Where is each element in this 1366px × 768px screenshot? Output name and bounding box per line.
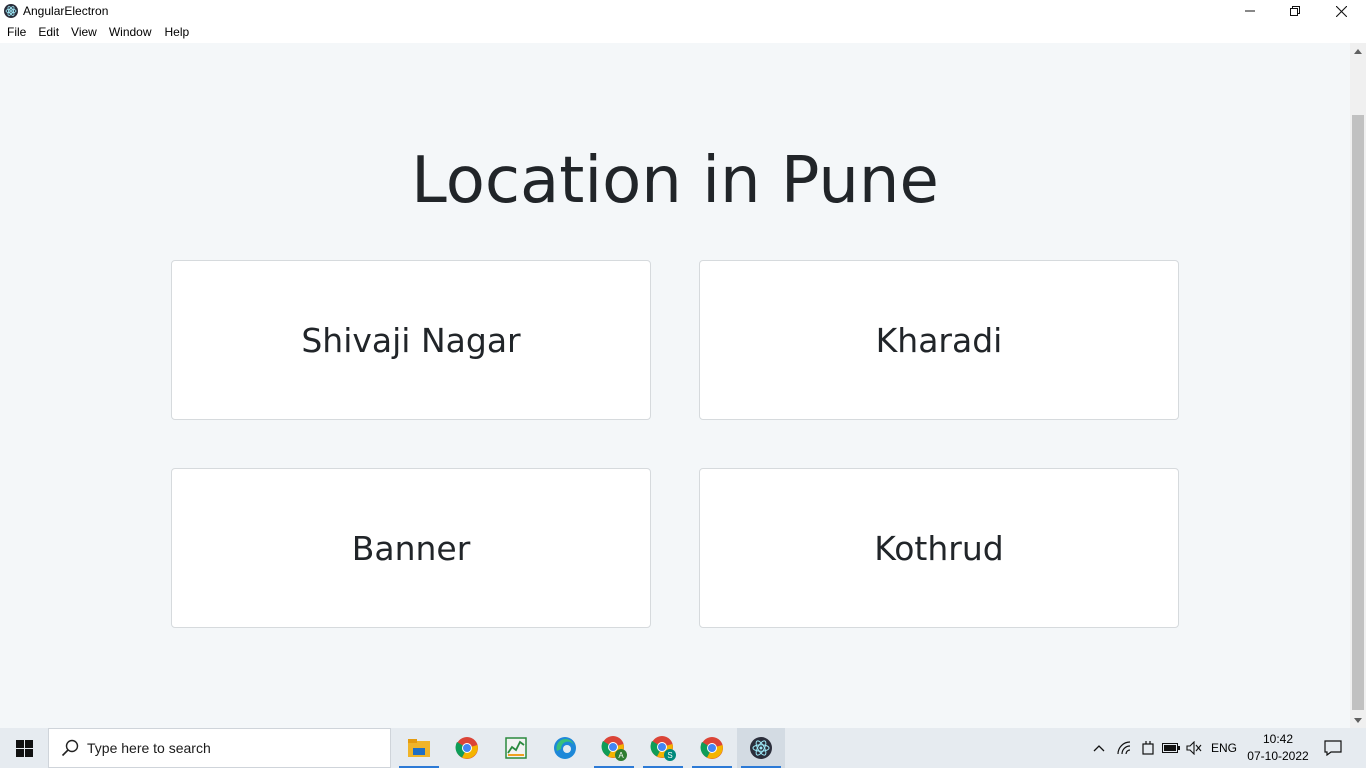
notification-icon [1324,740,1342,756]
file-explorer-icon [408,739,430,757]
window-titlebar[interactable]: AngularElectron [0,0,1366,22]
menu-file[interactable]: File [7,22,26,43]
location-card-kharadi[interactable]: Kharadi [699,260,1179,420]
chrome-icon [455,737,478,759]
app-content: Location in Pune Shivaji Nagar Kharadi B… [0,43,1350,728]
tray-clock[interactable]: 10:42 07-10-2022 [1244,731,1312,765]
chevron-down-icon [1354,717,1362,723]
menu-view[interactable]: View [71,22,97,43]
chrome-profile-a-icon: A [601,736,627,761]
minimize-icon [1245,10,1255,12]
start-button[interactable] [0,728,48,768]
search-icon [61,739,79,757]
edge-icon [554,737,576,759]
wifi-icon [1117,741,1131,755]
electron-app-icon [4,4,18,18]
taskbar-search-box[interactable]: Type here to search [48,728,391,768]
chevron-up-icon [1354,48,1362,54]
svg-text:S: S [667,751,672,760]
electron-icon [750,737,772,759]
language-indicator: ENG [1210,741,1237,755]
location-label: Shivaji Nagar [301,320,521,360]
tray-language[interactable]: ENG [1208,728,1240,768]
chrome-profile-s-icon: S [650,736,676,761]
scroll-down-button[interactable] [1350,712,1366,728]
menu-help[interactable]: Help [165,22,190,43]
chrome-icon [700,737,723,759]
taskbar-file-explorer[interactable] [395,728,443,768]
svg-text:A: A [618,751,624,760]
location-card-shivaji-nagar[interactable]: Shivaji Nagar [171,260,651,420]
minimize-button[interactable] [1227,0,1273,22]
location-label: Kothrud [874,528,1004,568]
task-manager-icon [505,737,527,759]
taskbar-chrome[interactable] [443,728,491,768]
tray-volume[interactable] [1183,728,1205,768]
tray-network[interactable] [1114,728,1136,768]
device-icon [1142,741,1154,755]
menu-bar: File Edit View Window Help [0,22,1366,43]
taskbar-chrome-profile-a[interactable]: A [590,728,638,768]
taskbar-electron[interactable] [737,728,785,768]
location-label: Banner [351,528,471,568]
close-icon [1335,5,1347,17]
vertical-scrollbar[interactable] [1350,43,1366,728]
taskbar-chrome-profile-s[interactable]: S [639,728,687,768]
menu-edit[interactable]: Edit [38,22,59,43]
tray-notifications[interactable] [1318,728,1348,768]
tray-battery[interactable] [1160,728,1182,768]
taskbar-task-manager[interactable] [492,728,540,768]
tray-show-hidden[interactable] [1088,728,1110,768]
window-title: AngularElectron [23,4,109,18]
volume-muted-icon [1186,741,1202,755]
windows-taskbar: Type here to search A S ENG 10:42 07-10-… [0,728,1366,768]
search-placeholder: Type here to search [87,740,211,756]
restore-icon [1290,6,1300,16]
restore-button[interactable] [1272,0,1318,22]
tray-device[interactable] [1137,728,1159,768]
scroll-up-button[interactable] [1350,43,1366,59]
menu-window[interactable]: Window [109,22,152,43]
taskbar-chrome-2[interactable] [688,728,736,768]
clock-time: 10:42 [1262,732,1294,746]
page-title: Location in Pune [411,144,939,218]
location-card-kothrud[interactable]: Kothrud [699,468,1179,628]
clock-date: 07-10-2022 [1247,749,1309,763]
scroll-thumb[interactable] [1352,115,1364,710]
close-button[interactable] [1318,0,1364,22]
windows-logo-icon [15,739,33,757]
taskbar-edge[interactable] [541,728,589,768]
chevron-up-icon [1093,745,1105,752]
location-card-banner[interactable]: Banner [171,468,651,628]
battery-icon [1162,743,1180,753]
location-label: Kharadi [875,320,1003,360]
